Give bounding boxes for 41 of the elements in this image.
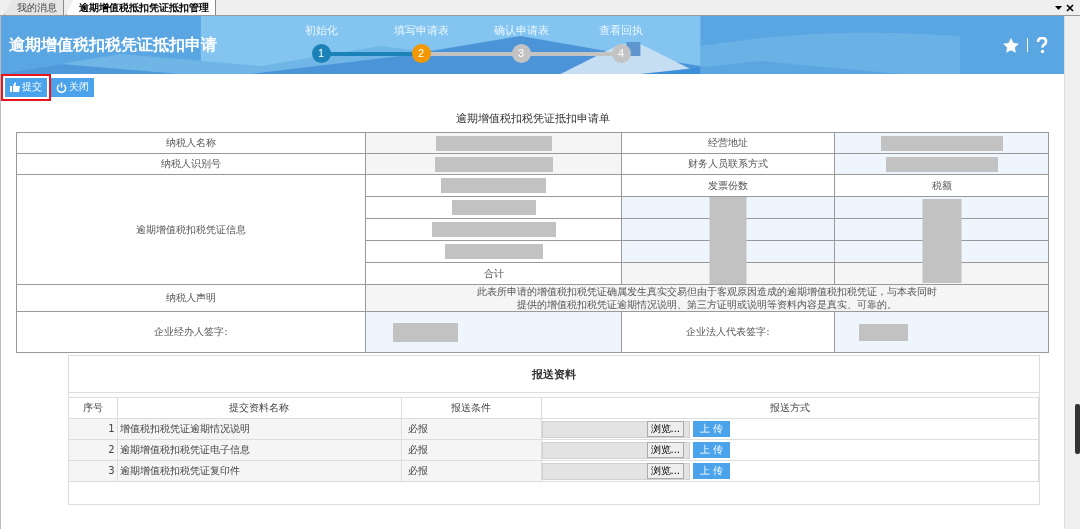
table-cell: 财务人员联系方式 xyxy=(621,153,835,175)
page-title: 逾期增值税扣税凭证抵扣申请 xyxy=(9,34,218,56)
table-cell: 纳税人声明 xyxy=(16,284,366,312)
declaration-text: 此表所申请的增值税扣税凭证确属发生真实交易但由于客观原因造成的逾期增值税扣税凭证，与本表同时 提供的增值税扣税凭证逾期情况说明、第三方证明或说明等资料内容是真实、可靠的。 xyxy=(476,285,938,311)
column-header: 提交资料名称 xyxy=(117,397,401,419)
form-title: 逾期增值税扣税凭证抵扣申请单 xyxy=(454,112,611,126)
thumbs-up-icon xyxy=(10,82,20,92)
scrollbar[interactable] xyxy=(1064,16,1080,529)
step-label: 初始化 xyxy=(304,24,338,38)
table-cell: 增值税扣税凭证逾期情况说明 xyxy=(117,418,401,440)
help-icon[interactable] xyxy=(1036,36,1048,54)
table-cell: 纳税人名称 xyxy=(16,132,366,154)
close-icon[interactable] xyxy=(1066,3,1074,12)
table-cell: 逾期增值税扣税凭证复印件 xyxy=(117,460,401,482)
dropdown-icon[interactable] xyxy=(1055,5,1062,10)
table-cell: 3 xyxy=(69,460,117,482)
star-icon[interactable] xyxy=(1003,37,1019,53)
step-label: 确认申请表 xyxy=(493,24,549,38)
table-cell: 纳税人识别号 xyxy=(16,153,366,175)
browse-button[interactable]: 浏览... xyxy=(646,421,685,437)
table-cell: 2 xyxy=(69,439,117,461)
column-header: 报送条件 xyxy=(401,397,541,419)
table-cell: 税额 xyxy=(834,174,1049,197)
browse-button[interactable]: 浏览... xyxy=(646,442,685,458)
table-cell: 逾期增值税扣税凭证电子信息 xyxy=(117,439,401,461)
step-label: 填写申请表 xyxy=(393,24,449,38)
column-header: 序号 xyxy=(69,397,117,419)
table-cell: 经营地址 xyxy=(621,132,835,154)
table-cell: 企业经办人签字: xyxy=(16,311,366,353)
browse-button[interactable]: 浏览... xyxy=(646,463,685,479)
table-cell: 逾期增值税扣税凭证信息 xyxy=(16,174,366,285)
section-title: 报送资料 xyxy=(69,356,1039,393)
tab[interactable]: 我的消息 xyxy=(4,0,64,15)
step-label: 查看回执 xyxy=(599,24,643,38)
table-cell: 合计 xyxy=(365,262,622,285)
table-cell: 发票份数 xyxy=(621,174,835,197)
table-cell: 企业法人代表签字: xyxy=(621,311,835,353)
column-header: 报送方式 xyxy=(541,397,1039,419)
tab[interactable]: 逾期增值税抵扣凭证抵扣管理 xyxy=(66,0,216,15)
power-icon xyxy=(56,81,67,93)
table-cell: 1 xyxy=(69,418,117,440)
